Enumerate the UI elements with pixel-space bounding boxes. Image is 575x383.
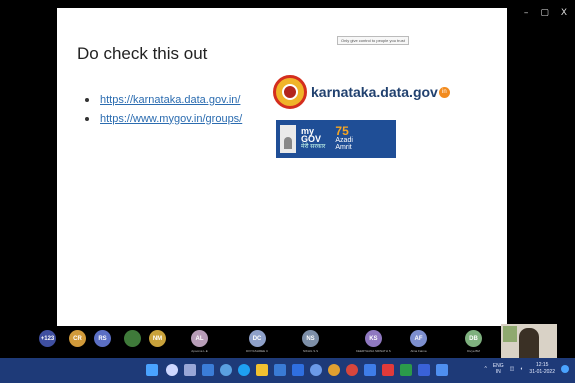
participant-tile[interactable]: RS (94, 330, 111, 349)
bullet-icon (85, 97, 89, 102)
person-video (519, 328, 539, 358)
participant-tile[interactable]: CR (69, 330, 86, 349)
karnataka-data-logo: karnataka.data.gov in (273, 66, 458, 118)
azadi-sub: Amrit (335, 143, 352, 151)
mygov-logo: my GOV मेरी सरकार (301, 127, 325, 151)
participant-name: Alina Fatma (410, 349, 427, 353)
shared-slide: Only give control to people you trust Do… (57, 8, 507, 326)
slide-title: Do check this out (77, 44, 208, 63)
mygov-banner: my GOV मेरी सरकार 75 Azadi Amrit (276, 120, 396, 158)
participant-name: Apoorva L.E (191, 349, 208, 353)
azadi-text: Azadi (335, 136, 353, 144)
participant-name: NIKHIL S.S (302, 349, 319, 353)
avatar: NS (302, 330, 319, 347)
participant-tile[interactable]: +123 (39, 330, 56, 349)
participant-tile[interactable]: DB Divya BM (465, 330, 482, 353)
avatar (124, 330, 141, 347)
notification-icon[interactable] (561, 365, 569, 373)
browser-icon[interactable] (310, 364, 322, 376)
avatar: AL (191, 330, 208, 347)
chrome-icon[interactable] (346, 364, 358, 376)
clock[interactable]: 12:15 31-01-2022 (529, 362, 555, 376)
task-view-icon[interactable] (184, 364, 196, 376)
participant-tile[interactable]: NM (149, 330, 166, 349)
list-item: https://karnataka.data.gov.in/ (85, 90, 242, 109)
background-window (503, 326, 517, 342)
language-indicator[interactable]: ENG IN (493, 363, 504, 375)
search-icon[interactable] (166, 364, 178, 376)
windows-taskbar: ^ ENG IN ◫ ◐ 12:15 31-01-2022 (0, 358, 575, 383)
mygov-line2: GOV (301, 134, 322, 144)
self-video-tile[interactable] (501, 324, 557, 358)
azadi-number: 75 (335, 123, 349, 138)
app-icon-2[interactable] (436, 364, 448, 376)
national-emblem-icon (280, 125, 296, 153)
participant-tile[interactable]: KS KEERTHANA SRINATH S (356, 330, 391, 353)
pdf-icon[interactable] (382, 364, 394, 376)
avatar: AF (410, 330, 427, 347)
edge-icon[interactable] (238, 364, 250, 376)
chat-icon[interactable] (220, 364, 232, 376)
avatar: +123 (39, 330, 56, 347)
start-icon[interactable] (146, 364, 158, 376)
firefox-icon[interactable] (328, 364, 340, 376)
word-icon[interactable] (418, 364, 430, 376)
window-controls: – ▢ X (524, 8, 567, 18)
karnataka-logo-text: karnataka.data.gov (311, 84, 438, 100)
participant-name: Divya BM (467, 349, 480, 353)
avatar: KS (364, 330, 382, 347)
karnataka-data-link[interactable]: https://karnataka.data.gov.in/ (100, 94, 240, 106)
karnataka-emblem-icon (273, 75, 307, 109)
mygov-hindi: मेरी सरकार (301, 144, 326, 150)
store-icon[interactable] (274, 364, 286, 376)
azadi-logo: 75 Azadi Amrit (335, 125, 353, 151)
in-badge: in (438, 86, 450, 98)
participant-name: DIVYASHREE C (246, 349, 269, 353)
avatar: DB (465, 330, 482, 347)
participant-tile[interactable] (124, 330, 141, 349)
participant-tile[interactable]: AF Alina Fatma (410, 330, 427, 353)
chevron-up-icon[interactable]: ^ (484, 366, 486, 372)
avatar: DC (248, 330, 266, 347)
app-icon[interactable] (364, 364, 376, 376)
minimize-button[interactable]: – (524, 8, 529, 18)
system-tray: ^ ENG IN ◫ ◐ 12:15 31-01-2022 (484, 362, 569, 376)
participant-tile[interactable]: AL Apoorva L.E (191, 330, 208, 353)
maximize-button[interactable]: ▢ (540, 8, 549, 18)
meet-icon[interactable] (400, 364, 412, 376)
file-explorer-icon[interactable] (256, 364, 268, 376)
avatar: NM (149, 330, 166, 347)
widgets-icon[interactable] (202, 364, 214, 376)
mygov-groups-link[interactable]: https://www.mygov.in/groups/ (100, 113, 242, 125)
list-item: https://www.mygov.in/groups/ (85, 109, 242, 128)
wifi-icon[interactable]: ◫ (510, 366, 515, 372)
avatar: RS (94, 330, 111, 347)
close-button[interactable]: X (561, 8, 567, 18)
participant-strip: +123 CR RS NM AL Apoorva L.E DC DIVYASHREE C NS N… (0, 330, 575, 358)
control-tooltip: Only give control to people you trust (337, 36, 409, 45)
link-list: https://karnataka.data.gov.in/ https://w… (85, 90, 242, 128)
participant-tile[interactable]: NS NIKHIL S.S (302, 330, 319, 353)
participant-tile[interactable]: DC DIVYASHREE C (246, 330, 268, 353)
bullet-icon (85, 116, 89, 121)
volume-icon[interactable]: ◐ (520, 366, 523, 372)
avatar: CR (69, 330, 86, 347)
participant-name: KEERTHANA SRINATH S (356, 349, 391, 353)
mail-icon[interactable] (292, 364, 304, 376)
